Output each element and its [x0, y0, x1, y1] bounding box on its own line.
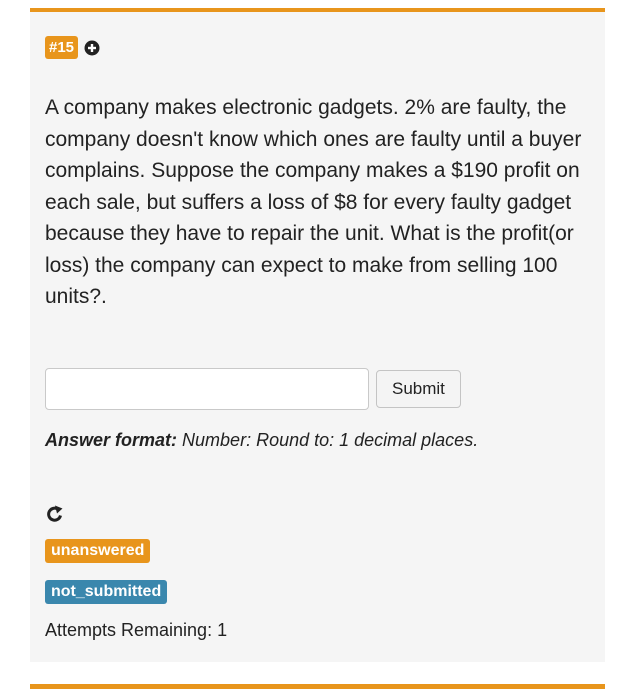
- question-number-badge: #15: [45, 36, 79, 59]
- next-card-top-border: [30, 684, 605, 689]
- question-card: #15 A company makes electronic gadgets. …: [30, 8, 605, 662]
- answer-input[interactable]: [45, 368, 369, 410]
- answer-row: Submit: [45, 368, 461, 410]
- attempts-remaining: Attempts Remaining: 1: [45, 620, 228, 640]
- share-reload-icon[interactable]: [45, 504, 65, 524]
- answer-format: Answer format: Number: Round to: 1 decim…: [45, 430, 478, 451]
- question-header: #15: [45, 36, 100, 59]
- answer-format-text: Number: Round to: 1 decimal places.: [182, 430, 479, 450]
- question-text: A company makes electronic gadgets. 2% a…: [45, 96, 582, 308]
- plus-circle-icon[interactable]: [84, 40, 100, 56]
- status-badge-unanswered: unanswered: [45, 539, 151, 563]
- answer-format-label: Answer format:: [45, 430, 178, 450]
- submit-button[interactable]: Submit: [376, 370, 461, 408]
- status-badge-not-submitted: not_submitted: [45, 580, 168, 604]
